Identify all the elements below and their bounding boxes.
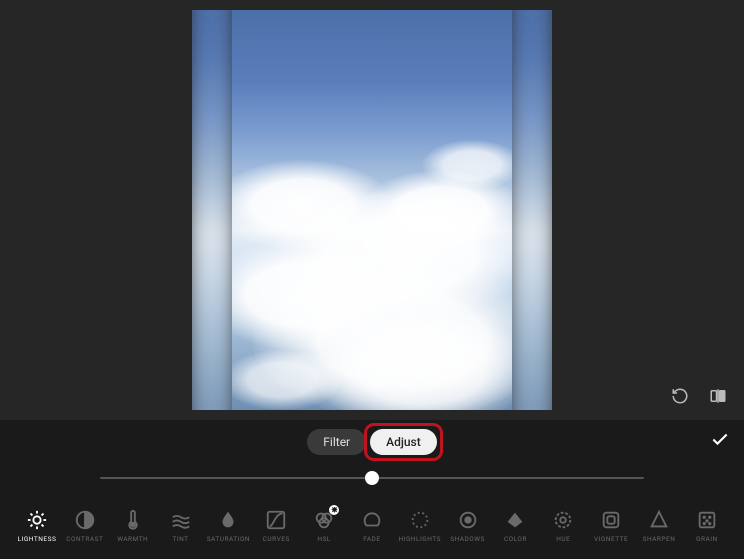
tool-tint[interactable]: TINT (158, 509, 204, 543)
shadows-icon (457, 509, 479, 531)
undo-icon (671, 387, 689, 409)
hue-icon (552, 509, 574, 531)
photo-stage (0, 0, 744, 420)
tab-filter-label: Filter (323, 435, 350, 449)
tool-label: VIGNETTE (594, 535, 628, 543)
tool-grain[interactable]: GRAIN (684, 509, 730, 543)
tool-label: WARMTH (117, 535, 148, 543)
tool-saturation[interactable]: SATURATION (205, 509, 251, 543)
contrast-icon (74, 509, 96, 531)
tool-hue[interactable]: HUE (540, 509, 586, 543)
compare-icon (709, 387, 727, 409)
tool-label: LIGHTNESS (18, 535, 57, 543)
lightness-icon (26, 509, 48, 531)
adjust-slider-row (0, 464, 744, 492)
tint-icon (170, 509, 192, 531)
tools-row: LIGHTNESS CONTRAST WARMTH TINT SATURATIO… (0, 492, 744, 556)
saturation-icon (217, 509, 239, 531)
warmth-icon (122, 509, 144, 531)
mode-toggle-row: Filter Adjust (0, 420, 744, 464)
photo-blur-right (508, 10, 552, 410)
photo-preview[interactable] (192, 10, 552, 410)
tool-label: HIGHLIGHTS (399, 535, 441, 543)
tab-adjust[interactable]: Adjust (370, 429, 437, 455)
tool-label: TINT (172, 535, 188, 543)
tool-label: SATURATION (207, 535, 250, 543)
tool-warmth[interactable]: WARMTH (110, 509, 156, 543)
tool-lightness[interactable]: LIGHTNESS (14, 509, 60, 543)
tool-hsl[interactable]: HSL (301, 509, 347, 543)
tool-label: HSL (317, 535, 331, 543)
tool-shadows[interactable]: SHADOWS (445, 509, 491, 543)
fade-icon (361, 509, 383, 531)
tool-label: HUE (556, 535, 570, 543)
tool-label: CONTRAST (66, 535, 103, 543)
compare-button[interactable] (704, 384, 732, 412)
tool-label: SHARPEN (643, 535, 676, 543)
tool-color[interactable]: COLOR (492, 509, 538, 543)
adjust-slider-thumb[interactable] (365, 471, 379, 485)
adjust-slider[interactable] (100, 477, 644, 479)
tool-sharpen[interactable]: SHARPEN (636, 509, 682, 543)
photo-blur-left (192, 10, 236, 410)
highlights-icon (409, 509, 431, 531)
tool-highlights[interactable]: HIGHLIGHTS (397, 509, 443, 543)
tool-vignette[interactable]: VIGNETTE (588, 509, 634, 543)
tool-curves[interactable]: CURVES (253, 509, 299, 543)
tab-filter[interactable]: Filter (307, 429, 366, 455)
tool-label: SHADOWS (450, 535, 485, 543)
curves-icon (265, 509, 287, 531)
tool-label: FADE (363, 535, 380, 543)
sharpen-icon (648, 509, 670, 531)
tool-contrast[interactable]: CONTRAST (62, 509, 108, 543)
tool-fade[interactable]: FADE (349, 509, 395, 543)
tool-badge (329, 505, 339, 515)
confirm-button[interactable] (710, 430, 730, 455)
tool-label: GRAIN (696, 535, 718, 543)
stage-side-buttons (666, 384, 732, 412)
tool-label: CURVES (263, 535, 290, 543)
photo-core (232, 10, 512, 410)
tab-adjust-label: Adjust (386, 435, 421, 449)
color-icon (504, 509, 526, 531)
tool-label: COLOR (504, 535, 527, 543)
undo-button[interactable] (666, 384, 694, 412)
grain-icon (696, 509, 718, 531)
vignette-icon (600, 509, 622, 531)
check-icon (710, 434, 730, 455)
